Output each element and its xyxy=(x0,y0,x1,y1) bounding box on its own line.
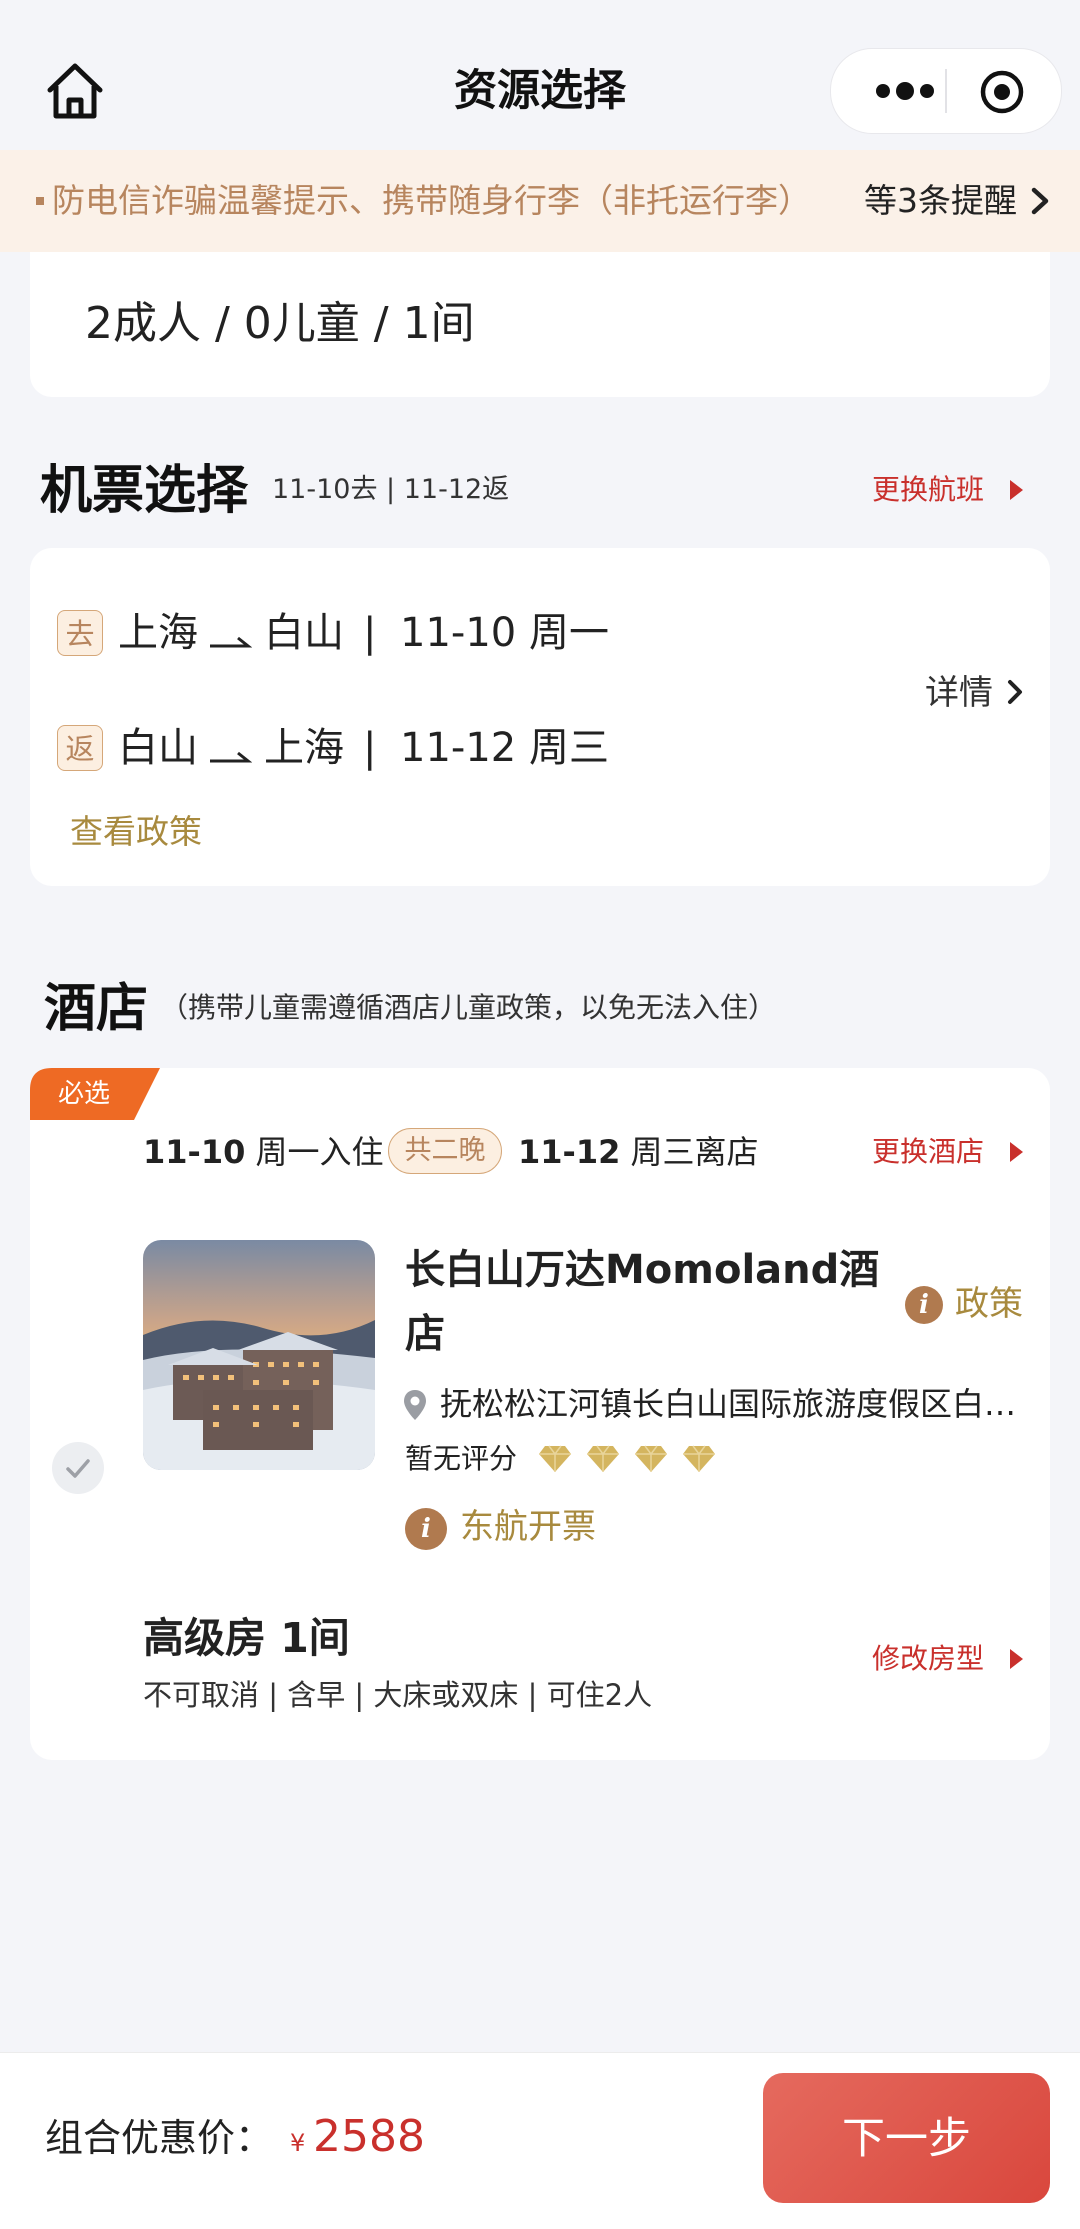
total-price: 2588 xyxy=(313,2111,425,2162)
triangle-right-icon xyxy=(1010,480,1023,500)
change-room-link[interactable]: 修改房型 xyxy=(872,1639,984,1679)
nights-badge: 共二晚 xyxy=(388,1128,502,1174)
hotel-photo[interactable] xyxy=(143,1240,375,1470)
route-arrow-icon xyxy=(210,751,252,763)
room-description: 不可取消 | 含早 | 大床或双床 | 可住2人 xyxy=(143,1678,653,1712)
outbound-to: 白山 xyxy=(264,610,344,656)
notice-more-link[interactable]: 等3条提醒 xyxy=(864,150,1017,252)
outbound-tag: 去 xyxy=(57,610,103,656)
route-separator: | xyxy=(363,725,377,771)
hotel-address: 抚松松江河镇长白山国际旅游度假区白山市 xyxy=(440,1385,1020,1423)
change-flight-link[interactable]: 更换航班 xyxy=(872,470,984,510)
view-policy-link[interactable]: 查看政策 xyxy=(70,808,202,856)
flight-dates: 11-10去 | 11-12返 xyxy=(272,474,510,505)
next-step-button[interactable]: 下一步 xyxy=(763,2073,1050,2203)
rating-text: 暂无评分 xyxy=(405,1442,518,1475)
checkout-info: 11-12 周三离店 xyxy=(518,1133,759,1171)
room-name: 高级房 1间 xyxy=(143,1614,350,1662)
hotel-section-title: 酒店 xyxy=(44,979,149,1039)
select-check[interactable] xyxy=(52,1442,104,1494)
chevron-right-icon xyxy=(1031,187,1049,215)
mini-program-capsule xyxy=(830,48,1062,134)
route-arrow-icon xyxy=(210,636,252,648)
info-icon: i xyxy=(405,1508,447,1550)
flight-section-title: 机票选择 xyxy=(40,461,249,521)
diamond-icon xyxy=(539,1445,571,1472)
triangle-right-icon xyxy=(1010,1649,1023,1669)
triangle-right-icon xyxy=(1010,1142,1023,1162)
close-miniprogram-icon[interactable] xyxy=(979,69,1025,115)
diamond-icon xyxy=(683,1445,715,1472)
return-from: 白山 xyxy=(118,725,198,771)
info-icon: i xyxy=(905,1286,943,1324)
required-badge-label: 必选 xyxy=(58,1079,111,1109)
airline-ticketing-label: 东航开票 xyxy=(460,1507,596,1547)
hotel-name[interactable]: 长白山万达Momoland酒店 xyxy=(405,1238,895,1366)
flight-detail-link[interactable]: 详情 xyxy=(925,668,993,718)
return-tag: 返 xyxy=(57,725,103,771)
currency-symbol: ¥ xyxy=(290,2129,306,2157)
notice-bullet xyxy=(36,197,44,205)
outbound-date: 11-10 周一 xyxy=(400,610,609,656)
diamond-icon xyxy=(587,1445,619,1472)
capsule-divider xyxy=(945,69,947,113)
hotel-child-note: （携带儿童需遵循酒店儿童政策，以免无法入住） xyxy=(160,991,777,1024)
change-hotel-link[interactable]: 更换酒店 xyxy=(872,1132,984,1172)
notice-text: 防电信诈骗温馨提示、携带随身行李（非托运行李） xyxy=(52,181,811,220)
return-date: 11-12 周三 xyxy=(400,725,609,771)
checkin-info: 11-10 周一入住 xyxy=(143,1133,384,1171)
route-separator: | xyxy=(363,610,377,656)
location-pin-icon xyxy=(404,1390,426,1420)
return-to: 上海 xyxy=(264,725,344,771)
check-icon xyxy=(66,1459,90,1478)
diamond-icon xyxy=(635,1445,667,1472)
outbound-from: 上海 xyxy=(118,610,198,656)
price-label: 组合优惠价： xyxy=(45,2116,274,2160)
guest-summary: 2成人 / 0儿童 / 1间 xyxy=(85,298,475,349)
chevron-right-icon xyxy=(1008,680,1022,704)
hotel-policy-link[interactable]: 政策 xyxy=(955,1280,1023,1328)
